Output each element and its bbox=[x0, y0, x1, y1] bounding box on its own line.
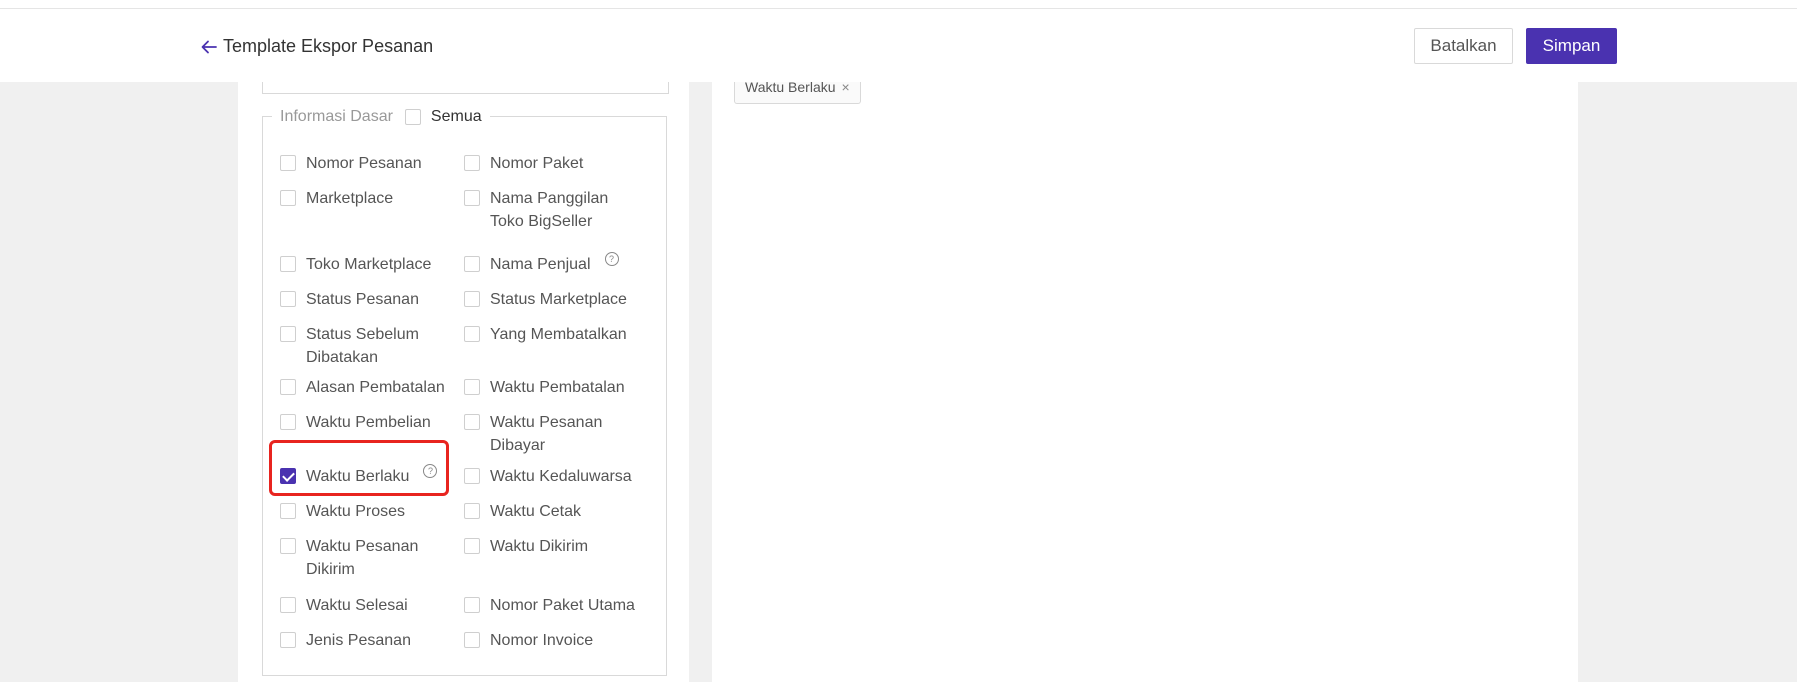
option-label: Alasan Pembatalan bbox=[306, 379, 445, 396]
option-label: Nomor Pesanan bbox=[306, 155, 422, 172]
option-checkbox-item[interactable]: Waktu Pesanan Dikirim bbox=[280, 535, 455, 581]
checkbox[interactable] bbox=[464, 597, 480, 613]
checkbox[interactable] bbox=[280, 538, 296, 554]
section-title: Informasi Dasar bbox=[280, 108, 393, 125]
option-checkbox-item[interactable]: Nomor Pesanan bbox=[280, 152, 455, 175]
checkbox[interactable] bbox=[280, 379, 296, 395]
option-checkbox-item[interactable]: Nama Penjual? bbox=[464, 252, 639, 276]
option-label: Nomor Paket bbox=[490, 155, 584, 172]
checkbox[interactable] bbox=[280, 190, 296, 206]
option-label: Yang Membatalkan bbox=[490, 326, 627, 343]
option-checkbox-item[interactable]: Status Pesanan bbox=[280, 288, 455, 311]
option-checkbox-item[interactable]: Alasan Pembatalan bbox=[280, 376, 455, 399]
option-checkbox-item[interactable]: Marketplace bbox=[280, 187, 455, 210]
option-checkbox-item[interactable]: Waktu Cetak bbox=[464, 500, 639, 523]
option-label: Status Marketplace bbox=[490, 291, 627, 308]
checkbox[interactable] bbox=[280, 326, 296, 342]
option-checkbox-item[interactable]: Waktu Pesanan Dibayar bbox=[464, 411, 639, 457]
option-checkbox-item[interactable]: Toko Marketplace bbox=[280, 253, 455, 276]
option-checkbox-item[interactable]: Waktu Kedaluwarsa bbox=[464, 465, 639, 488]
checkbox[interactable] bbox=[280, 414, 296, 430]
option-label: Waktu Pembelian bbox=[306, 414, 431, 431]
option-label: Waktu Pesanan Dibayar bbox=[490, 414, 603, 454]
option-checkbox-item[interactable]: Nomor Paket Utama bbox=[464, 594, 639, 617]
page-title: Template Ekspor Pesanan bbox=[223, 36, 434, 56]
option-label: Nama Panggilan Toko BigSeller bbox=[490, 190, 609, 230]
checkbox[interactable] bbox=[464, 632, 480, 648]
checkbox[interactable] bbox=[464, 190, 480, 206]
back-button[interactable]: Template Ekspor Pesanan bbox=[199, 36, 433, 57]
checkbox[interactable] bbox=[464, 256, 480, 272]
option-checkbox-item[interactable]: Jenis Pesanan bbox=[280, 629, 455, 652]
checkbox[interactable] bbox=[280, 256, 296, 272]
checkbox[interactable] bbox=[280, 632, 296, 648]
checkbox[interactable] bbox=[280, 291, 296, 307]
option-label: Nomor Paket Utama bbox=[490, 597, 635, 614]
option-checkbox-item[interactable]: Yang Membatalkan bbox=[464, 323, 639, 346]
option-label: Waktu Cetak bbox=[490, 503, 581, 520]
save-button[interactable]: Simpan bbox=[1526, 28, 1617, 64]
option-label: Nama Penjual bbox=[490, 256, 591, 273]
option-label: Marketplace bbox=[306, 190, 394, 207]
checkbox[interactable] bbox=[404, 109, 421, 125]
option-label: Waktu Proses bbox=[306, 503, 405, 520]
option-checkbox-item[interactable]: Waktu Dikirim bbox=[464, 535, 639, 558]
option-label: Waktu Dikirim bbox=[490, 538, 589, 555]
checkbox[interactable] bbox=[464, 468, 480, 484]
option-label: Nomor Invoice bbox=[490, 632, 594, 649]
page-header: Template Ekspor Pesanan Batalkan Simpan bbox=[0, 9, 1797, 82]
option-checkbox-item[interactable]: Nama Panggilan Toko BigSeller bbox=[464, 187, 639, 233]
checkbox[interactable] bbox=[280, 468, 296, 484]
select-all-label: Semua bbox=[430, 108, 482, 125]
question-circle-icon[interactable]: ? bbox=[604, 252, 619, 266]
checkbox[interactable] bbox=[464, 379, 480, 395]
checkbox[interactable] bbox=[464, 538, 480, 554]
option-label: Status Pesanan bbox=[306, 291, 419, 308]
option-checkbox-item[interactable]: Waktu Proses bbox=[280, 500, 455, 523]
checkbox[interactable] bbox=[280, 155, 296, 171]
checkbox[interactable] bbox=[464, 155, 480, 171]
option-checkbox-item[interactable]: Waktu Selesai bbox=[280, 594, 455, 617]
arrow-left-icon bbox=[201, 40, 217, 53]
option-label: Toko Marketplace bbox=[306, 256, 432, 273]
option-checkbox-item[interactable]: Status Sebelum Dibatakan bbox=[280, 323, 455, 369]
checkbox[interactable] bbox=[464, 326, 480, 342]
checkbox[interactable] bbox=[280, 597, 296, 613]
option-label: Waktu Selesai bbox=[306, 597, 408, 614]
select-all-checkbox[interactable]: Semua bbox=[404, 108, 482, 126]
selected-fields-panel bbox=[712, 82, 1578, 682]
option-checkbox-item[interactable]: Waktu Pembelian bbox=[280, 411, 455, 434]
checkbox[interactable] bbox=[464, 414, 480, 430]
checkbox[interactable] bbox=[464, 503, 480, 519]
option-checkbox-item[interactable]: Waktu Berlaku? bbox=[280, 464, 455, 488]
question-circle-icon[interactable]: ? bbox=[423, 464, 438, 478]
option-label: Waktu Berlaku bbox=[306, 468, 410, 485]
option-label: Status Sebelum Dibatakan bbox=[306, 326, 419, 366]
option-label: Waktu Pembatalan bbox=[490, 379, 625, 396]
fieldset-legend: Informasi Dasar Semua bbox=[272, 105, 490, 129]
checkbox[interactable] bbox=[464, 291, 480, 307]
option-label: Jenis Pesanan bbox=[306, 632, 411, 649]
option-label: Waktu Kedaluwarsa bbox=[490, 468, 632, 485]
option-checkbox-item[interactable]: Nomor Invoice bbox=[464, 629, 639, 652]
top-divider bbox=[0, 0, 1797, 9]
option-label: Waktu Pesanan Dikirim bbox=[306, 538, 419, 578]
cancel-button[interactable]: Batalkan bbox=[1414, 28, 1513, 64]
checkbox[interactable] bbox=[280, 503, 296, 519]
option-checkbox-item[interactable]: Status Marketplace bbox=[464, 288, 639, 311]
option-checkbox-item[interactable]: Nomor Paket bbox=[464, 152, 639, 175]
option-checkbox-item[interactable]: Waktu Pembatalan bbox=[464, 376, 639, 399]
